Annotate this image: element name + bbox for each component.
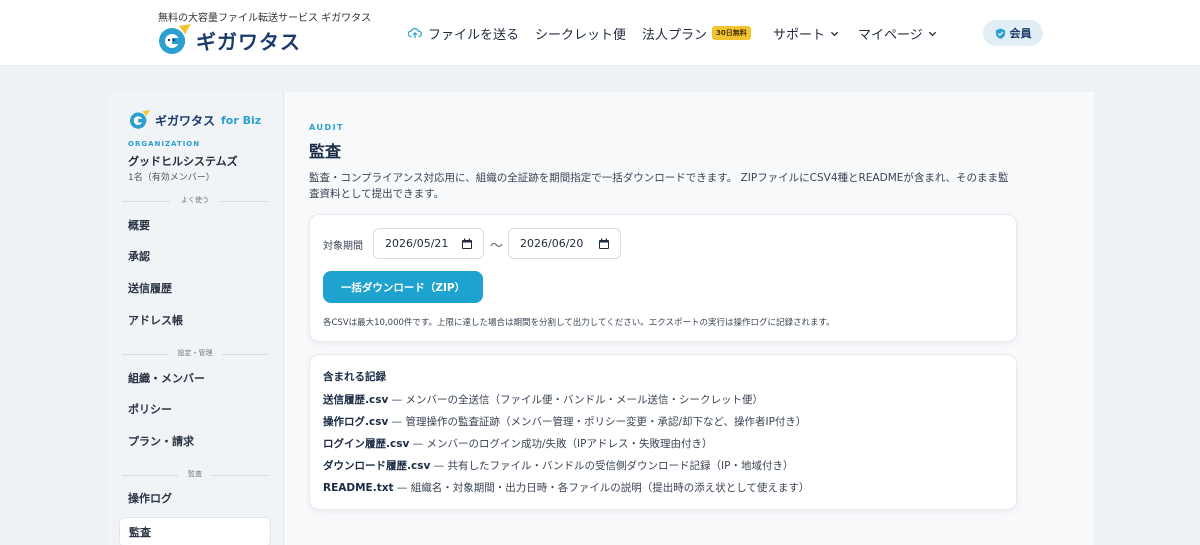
section-settings: 設定・管理 [122, 348, 268, 360]
list-item: 送信履歴.csv — メンバーの全送信（ファイル便・バンドル・メール送信・シーク… [323, 392, 763, 407]
app-shell: ギガワタス for Biz ORGANIZATION グッドヒルシステムズ 1名… [108, 92, 1094, 545]
record-file-name: ログイン履歴.csv [323, 438, 410, 450]
sidebar-logo-text: ギガワタス [155, 113, 216, 128]
date-from-value: 2026/05/21 [385, 237, 449, 250]
org-name: グッドヒルシステムズ [128, 155, 238, 168]
cloud-upload-icon [408, 28, 422, 39]
sidebar-item-oplog[interactable]: 操作ログ [128, 489, 172, 509]
calendar-icon [462, 238, 472, 249]
date-to-value: 2026/06/20 [520, 237, 584, 250]
export-card: 対象期間 2026/05/21 〜 2026/06/20 一括ダウンロード（ZI… [309, 214, 1017, 342]
sidebar-item-approval[interactable]: 承認 [128, 247, 150, 267]
org-label: ORGANIZATION [128, 140, 201, 148]
nav-mypage-label: マイページ [858, 27, 923, 43]
shield-check-icon [995, 27, 1005, 39]
sidebar-item-overview[interactable]: 概要 [128, 216, 150, 236]
record-description: — メンバーのログイン成功/失敗（IPアドレス・失敗理由付き） [409, 438, 713, 450]
record-description: — メンバーの全送信（ファイル便・バンドル・メール送信・シークレット便） [388, 394, 764, 406]
date-range-separator: 〜 [490, 239, 504, 254]
nav-mypage[interactable]: マイページ [858, 24, 937, 43]
list-item: ダウンロード履歴.csv — 共有したファイル・バンドルの受信側ダウンロード記録… [323, 458, 793, 473]
sidebar-item-plan-billing[interactable]: プラン・請求 [128, 432, 194, 452]
records-title: 含まれる記録 [323, 371, 386, 383]
page-title: 監査 [309, 142, 342, 161]
sidebar-item-addressbook[interactable]: アドレス帳 [128, 311, 183, 331]
nav-support-label: サポート [773, 27, 826, 43]
sidebar-item-history[interactable]: 送信履歴 [128, 279, 172, 299]
record-file-name: 操作ログ.csv [323, 416, 389, 428]
record-file-name: 送信履歴.csv [323, 394, 389, 406]
site-header: 無料の大容量ファイル転送サービス ギガワタス ギガワタス ファイルを送る シーク… [0, 0, 1200, 66]
chevron-down-icon [830, 31, 839, 36]
nav-support[interactable]: サポート [773, 24, 839, 43]
logo-icon [130, 110, 150, 129]
record-description: — 共有したファイル・バンドルの受信側ダウンロード記録（IP・地域付き） [430, 460, 794, 472]
page-description: 監査・コンプライアンス対応用に、組織の全証跡を期間指定で一括ダウンロードできます… [309, 172, 1009, 200]
section-frequent: よく使う [122, 195, 268, 207]
section-frequent-label: よく使う [181, 196, 209, 204]
export-note: 各CSVは最大10,000件です。上限に達した場合は期間を分割して出力してくださ… [323, 318, 835, 328]
date-from-input[interactable]: 2026/05/21 [373, 228, 484, 259]
record-description: — 組織名・対象期間・出力日時・各ファイルの説明（提出時の添え状として使えます） [393, 482, 810, 494]
list-item: README.txt — 組織名・対象期間・出力日時・各ファイルの説明（提出時の… [323, 480, 809, 495]
period-label: 対象期間 [323, 241, 363, 252]
date-to-input[interactable]: 2026/06/20 [508, 228, 621, 259]
record-file-name: README.txt [323, 482, 394, 494]
org-member-count: 1名（有効メンバー） [128, 173, 215, 183]
member-label: 会員 [1009, 27, 1032, 40]
nav-secret[interactable]: シークレット便 [535, 24, 627, 43]
list-item: 操作ログ.csv — 管理操作の監査証跡（メンバー管理・ポリシー変更・承認/却下… [323, 414, 806, 429]
free-trial-badge: 30日無料 [712, 26, 751, 40]
nav-secret-label: シークレット便 [535, 27, 627, 43]
nav-business-plan[interactable]: 法人プラン 30日無料 [642, 24, 751, 43]
record-file-name: ダウンロード履歴.csv [323, 460, 431, 472]
section-audit-label: 監査 [188, 470, 202, 478]
page-eyebrow: AUDIT [309, 123, 345, 132]
chevron-down-icon [928, 31, 936, 36]
section-audit: 監査 [122, 469, 268, 481]
nav-business-plan-label: 法人プラン [642, 27, 708, 43]
record-description: — 管理操作の監査証跡（メンバー管理・ポリシー変更・承認/却下など、操作者IP付… [388, 416, 807, 428]
sidebar: ギガワタス for Biz ORGANIZATION グッドヒルシステムズ 1名… [108, 92, 284, 545]
member-button[interactable]: 会員 [983, 20, 1043, 46]
sidebar-item-policy[interactable]: ポリシー [128, 400, 172, 420]
sidebar-item-org-members[interactable]: 組織・メンバー [128, 369, 205, 389]
list-item: ログイン履歴.csv — メンバーのログイン成功/失敗（IPアドレス・失敗理由付… [323, 436, 712, 451]
bulk-download-button[interactable]: 一括ダウンロード（ZIP） [323, 271, 483, 303]
records-card: 含まれる記録 送信履歴.csv — メンバーの全送信（ファイル便・バンドル・メー… [309, 354, 1017, 510]
sidebar-item-audit[interactable]: 監査 [119, 517, 271, 545]
calendar-icon [599, 238, 609, 249]
site-tagline: 無料の大容量ファイル転送サービス ギガワタス [158, 13, 372, 24]
sidebar-logo-suffix: for Biz [221, 113, 262, 127]
main-content: AUDIT 監査 監査・コンプライアンス対応用に、組織の全証跡を期間指定で一括ダ… [284, 92, 1094, 545]
sidebar-logo[interactable]: ギガワタス for Biz [128, 110, 261, 130]
nav-send-files-label: ファイルを送る [428, 27, 520, 43]
nav-send-files[interactable]: ファイルを送る [408, 24, 520, 43]
section-settings-label: 設定・管理 [177, 349, 213, 357]
